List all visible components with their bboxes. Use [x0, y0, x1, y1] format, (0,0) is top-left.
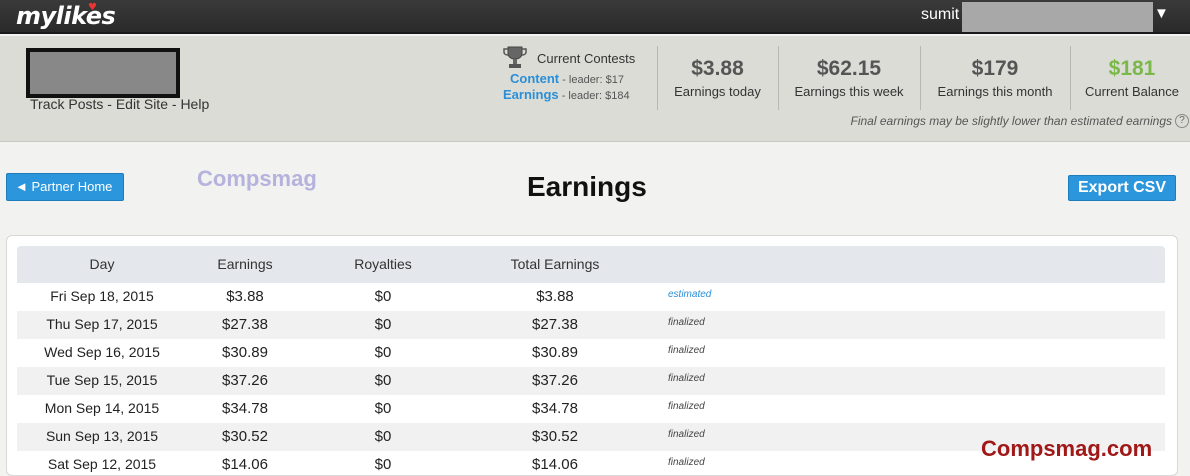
cell-royalties: $0: [374, 400, 392, 417]
stat-label: Earnings this week: [794, 84, 904, 99]
redacted-site-logo: [26, 48, 180, 98]
stat-current-balance: $181 Current Balance: [1073, 56, 1190, 99]
top-bar: mylikes ♥ sumit ▼: [0, 0, 1190, 34]
cell-status: estimated: [668, 289, 712, 300]
stats-header: Track Posts - Edit Site - Help Current C…: [0, 36, 1190, 142]
cell-status: finalized: [668, 373, 705, 384]
cell-day: Wed Sep 16, 2015: [44, 344, 160, 360]
link-separator: -: [103, 96, 116, 112]
stat-value: $62.15: [816, 57, 882, 80]
cell-status: finalized: [668, 317, 705, 328]
cell-earnings: $30.52: [222, 428, 268, 445]
cell-royalties: $0: [374, 316, 392, 333]
cell-royalties: $0: [374, 428, 392, 445]
help-link[interactable]: Help: [180, 96, 209, 112]
cell-earnings: $14.06: [222, 456, 268, 473]
cell-total-earnings: $30.89: [532, 344, 578, 361]
cell-status: finalized: [668, 401, 705, 412]
contest-content-leader: - leader: $17: [562, 74, 624, 86]
user-menu-caret-icon[interactable]: ▼: [1154, 5, 1169, 22]
stat-divider: [1070, 46, 1071, 110]
track-posts-link[interactable]: Track Posts: [30, 96, 103, 112]
partner-home-button[interactable]: ◄ Partner Home: [6, 173, 124, 201]
cell-total-earnings: $30.52: [532, 428, 578, 445]
user-menu-name[interactable]: sumit: [921, 6, 959, 24]
trophy-icon: [503, 46, 527, 68]
cell-earnings: $34.78: [222, 400, 268, 417]
cell-earnings: $3.88: [226, 288, 264, 305]
contest-earnings: Earnings - leader: $184: [503, 87, 630, 102]
page-title: Earnings: [527, 171, 647, 202]
watermark-text: Compsmag: [197, 166, 317, 191]
cell-royalties: $0: [374, 456, 392, 473]
cell-day: Fri Sep 18, 2015: [50, 288, 154, 304]
contest-earnings-link[interactable]: Earnings: [503, 87, 559, 102]
stat-earnings-week: $62.15 Earnings this week: [781, 56, 917, 99]
edit-site-link[interactable]: Edit Site: [116, 96, 168, 112]
cell-total-earnings: $34.78: [532, 400, 578, 417]
cell-royalties: $0: [374, 372, 392, 389]
column-header-royalties: Royalties: [354, 256, 412, 272]
cell-total-earnings: $3.88: [536, 288, 574, 305]
contest-content-link[interactable]: Content: [510, 71, 559, 86]
cell-total-earnings: $27.38: [532, 316, 578, 333]
stat-label: Earnings this month: [937, 84, 1053, 99]
redacted-username: [962, 2, 1153, 32]
cell-royalties: $0: [374, 288, 392, 305]
cell-status: finalized: [668, 345, 705, 356]
cell-status: finalized: [668, 429, 705, 440]
cell-earnings: $27.38: [222, 316, 268, 333]
export-csv-button[interactable]: Export CSV: [1068, 175, 1176, 201]
cell-earnings: $30.89: [222, 344, 268, 361]
earnings-disclaimer: Final earnings may be slightly lower tha…: [850, 114, 1173, 128]
stat-divider: [778, 46, 779, 110]
column-header-day: Day: [89, 256, 115, 272]
heart-icon: ♥: [88, 2, 97, 13]
cell-earnings: $37.26: [222, 372, 268, 389]
stat-value: $3.88: [691, 57, 744, 80]
stat-value: $181: [1108, 57, 1156, 80]
current-contests-title: Current Contests: [537, 51, 636, 66]
cell-day: Mon Sep 14, 2015: [44, 400, 160, 416]
contest-content: Content - leader: $17: [510, 71, 624, 86]
stat-earnings-month: $179 Earnings this month: [923, 56, 1067, 99]
cell-total-earnings: $37.26: [532, 372, 578, 389]
column-header-earnings: Earnings: [217, 256, 273, 272]
help-icon[interactable]: ?: [1175, 114, 1189, 128]
cell-total-earnings: $14.06: [532, 456, 578, 473]
cell-royalties: $0: [374, 344, 392, 361]
stat-label: Earnings today: [674, 84, 761, 99]
link-separator: -: [167, 96, 181, 112]
stat-label: Current Balance: [1085, 84, 1179, 99]
cell-day: Sat Sep 12, 2015: [47, 456, 157, 472]
column-header-total-earnings: Total Earnings: [510, 256, 600, 272]
watermark-text-bottom: Compsmag.com: [981, 436, 1153, 461]
stat-value: $179: [971, 57, 1019, 80]
stat-divider: [657, 46, 658, 110]
cell-day: Sun Sep 13, 2015: [45, 428, 159, 444]
stat-divider: [920, 46, 921, 110]
mylikes-logo[interactable]: mylikes ♥: [16, 2, 116, 30]
contest-earnings-leader: - leader: $184: [561, 90, 630, 102]
cell-day: Tue Sep 15, 2015: [46, 372, 158, 388]
site-links: Track Posts - Edit Site - Help: [30, 96, 209, 112]
cell-day: Thu Sep 17, 2015: [46, 316, 158, 332]
stat-earnings-today: $3.88 Earnings today: [660, 56, 775, 99]
cell-status: finalized: [668, 457, 705, 468]
